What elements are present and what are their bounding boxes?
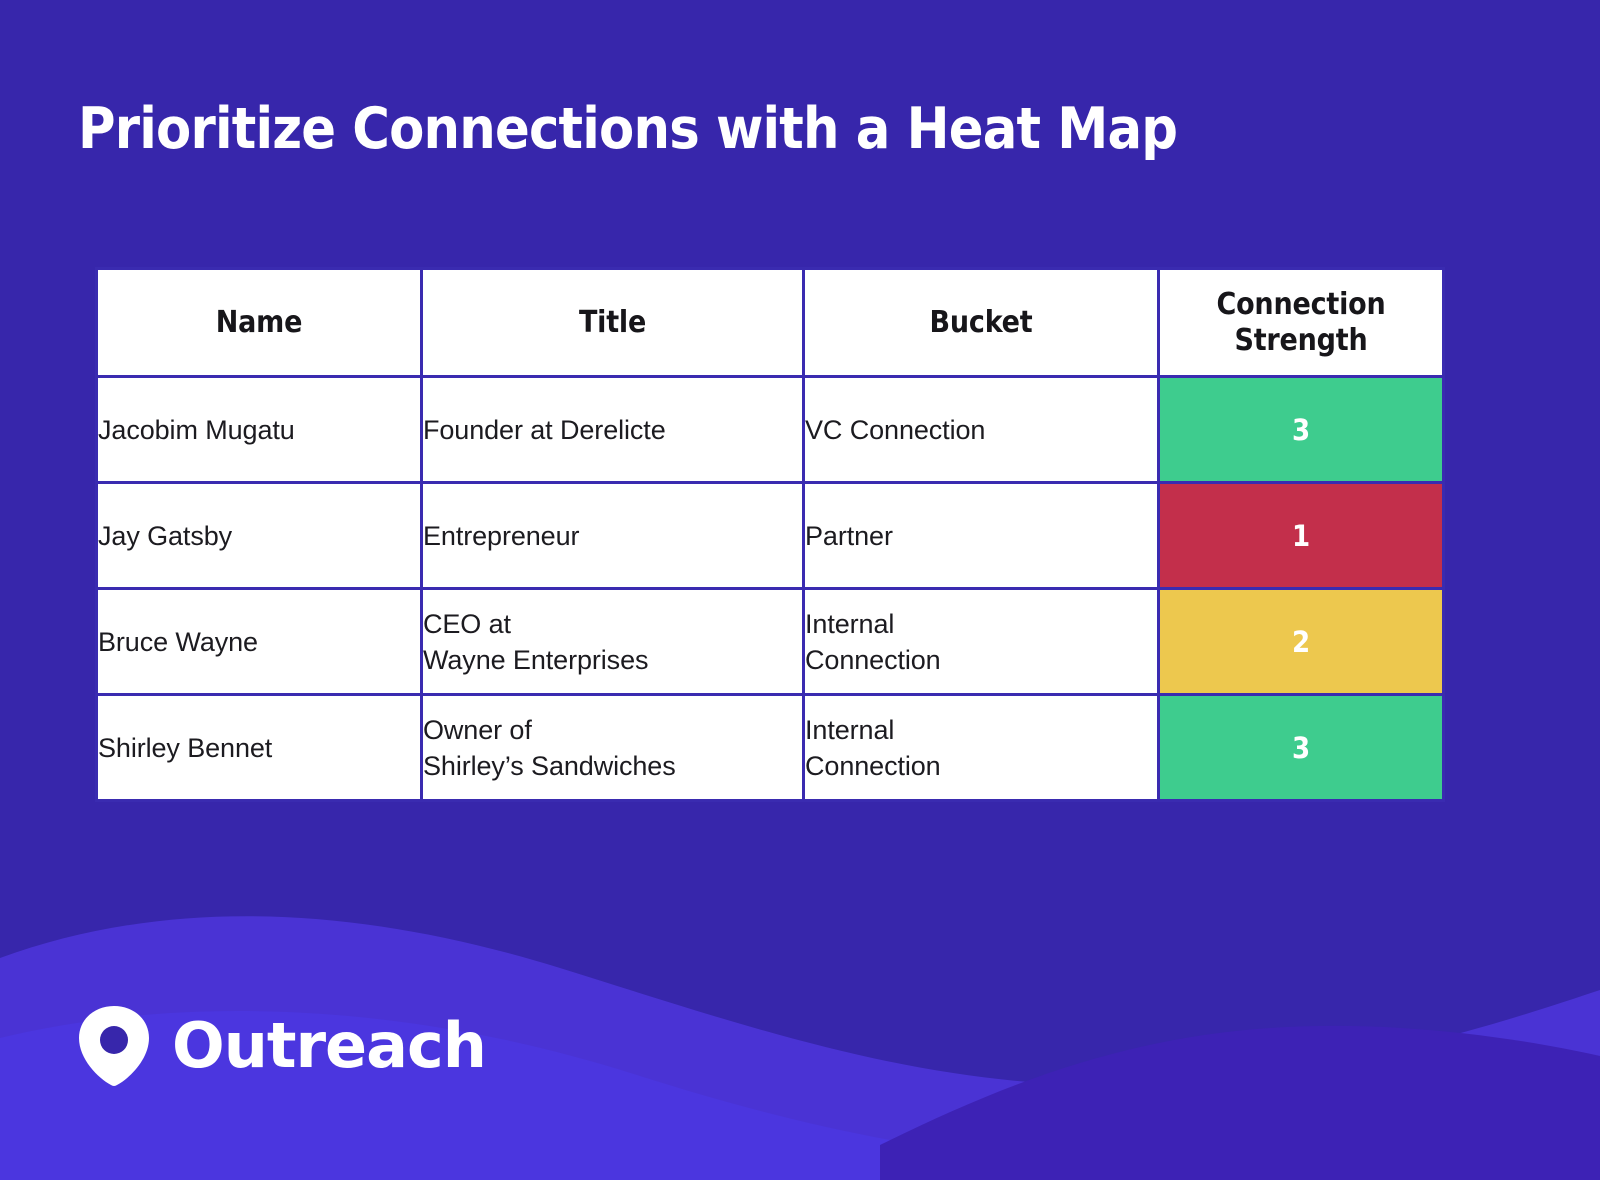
table-body: Jacobim Mugatu Founder at Derelicte VC C… (95, 375, 1445, 802)
cell-connection-strength: 3 (1157, 375, 1445, 484)
cell-title-line1: Founder at Derelicte (423, 414, 666, 445)
cell-title-line2: Shirley’s Sandwiches (423, 750, 676, 781)
column-header-bucket: Bucket (802, 267, 1160, 378)
wave-shape-front (880, 1025, 1600, 1180)
cell-connection-strength: 1 (1157, 481, 1445, 590)
table-header: Name Title Bucket Connection Strength (95, 267, 1445, 378)
connections-heatmap-table: Name Title Bucket Connection Strength Ja… (95, 267, 1445, 802)
table-row: Shirley Bennet Owner of Shirley’s Sandwi… (95, 693, 1445, 802)
outreach-drop-icon (79, 1006, 149, 1086)
column-header-title: Title (420, 267, 805, 378)
cell-title-line1: Entrepreneur (423, 520, 580, 551)
cell-bucket: Internal Connection (802, 693, 1160, 802)
cell-bucket: Internal Connection (802, 587, 1160, 696)
column-header-connection-strength-line2: Strength (1234, 322, 1368, 358)
table-row: Bruce Wayne CEO at Wayne Enterprises Int… (95, 587, 1445, 696)
cell-bucket-line1: Internal (805, 714, 895, 745)
column-header-connection-strength-line1: Connection (1216, 286, 1386, 322)
outreach-logo: Outreach (78, 1005, 487, 1087)
cell-name: Jacobim Mugatu (95, 375, 423, 484)
cell-connection-strength: 3 (1157, 693, 1445, 802)
cell-title-line2: Wayne Enterprises (423, 644, 649, 675)
cell-bucket-line1: Internal (805, 608, 895, 639)
cell-title: Owner of Shirley’s Sandwiches (420, 693, 805, 802)
cell-bucket: Partner (802, 481, 1160, 590)
cell-name: Jay Gatsby (95, 481, 423, 590)
table-row: Jay Gatsby Entrepreneur Partner 1 (95, 481, 1445, 590)
cell-title: Entrepreneur (420, 481, 805, 590)
cell-bucket-line2: Connection (805, 750, 941, 781)
cell-title: Founder at Derelicte (420, 375, 805, 484)
table-row: Jacobim Mugatu Founder at Derelicte VC C… (95, 375, 1445, 484)
cell-connection-strength: 2 (1157, 587, 1445, 696)
cell-name: Bruce Wayne (95, 587, 423, 696)
cell-title: CEO at Wayne Enterprises (420, 587, 805, 696)
cell-bucket-line1: VC Connection (805, 414, 986, 445)
cell-bucket: VC Connection (802, 375, 1160, 484)
column-header-name: Name (95, 267, 423, 378)
cell-title-line1: Owner of (423, 714, 532, 745)
cell-bucket-line2: Connection (805, 644, 941, 675)
column-header-connection-strength: Connection Strength (1157, 267, 1445, 378)
page-title: Prioritize Connections with a Heat Map (78, 96, 1178, 162)
cell-bucket-line1: Partner (805, 520, 893, 551)
cell-name: Shirley Bennet (95, 693, 423, 802)
slide-canvas: Prioritize Connections with a Heat Map N… (0, 0, 1600, 1180)
brand-name: Outreach (172, 1009, 487, 1082)
table-header-row: Name Title Bucket Connection Strength (95, 267, 1445, 378)
cell-title-line1: CEO at (423, 608, 511, 639)
